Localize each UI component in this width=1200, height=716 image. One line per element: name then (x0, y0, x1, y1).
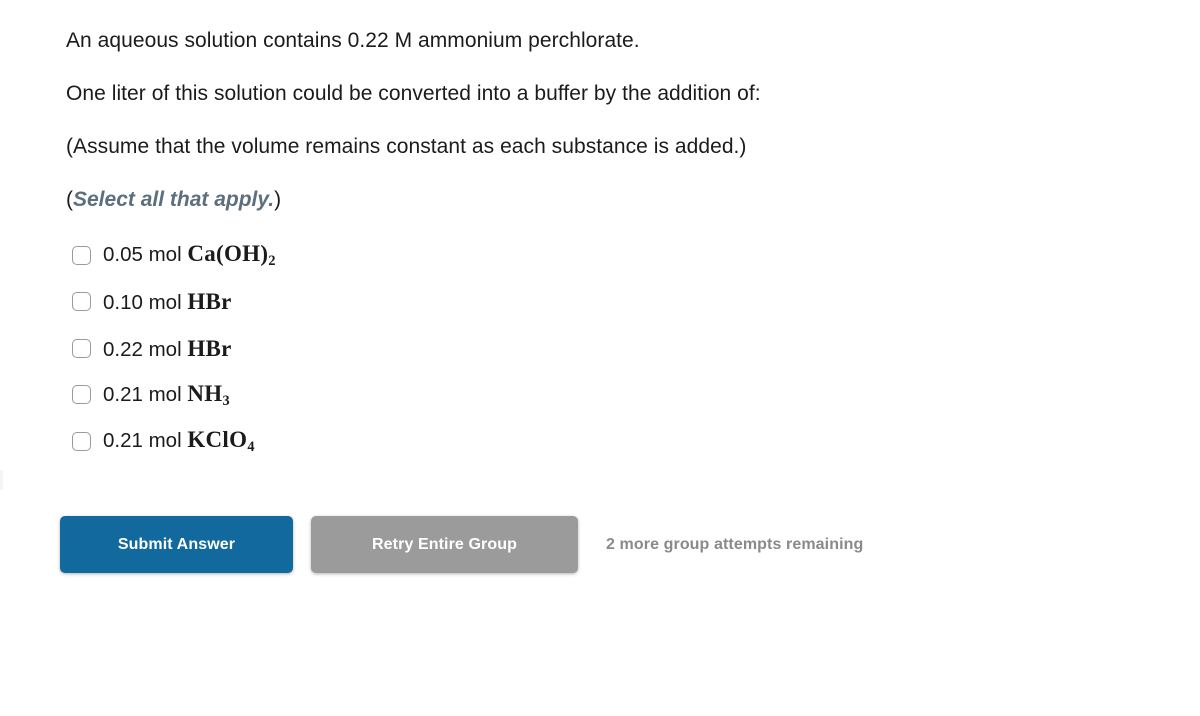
option-label: 0.05 mol Ca(OH)2 (103, 242, 276, 268)
action-bar: Submit Answer Retry Entire Group 2 more … (60, 516, 863, 573)
prompt-line-2: One liter of this solution could be conv… (66, 82, 761, 105)
option-label: 0.21 mol NH3 (103, 382, 230, 408)
chemical-formula: HBr (187, 336, 231, 361)
option-amount: 0.21 mol (103, 382, 188, 406)
formula-text: Ca(OH) (187, 241, 269, 267)
select-all-emphasis: Select all that apply. (73, 188, 275, 211)
prompt-line-1: An aqueous solution contains 0.22 M ammo… (66, 29, 640, 52)
option-row[interactable]: 0.22 mol HBr (72, 325, 672, 372)
formula-subscript: 3 (222, 392, 230, 409)
select-all-instruction: (Select all that apply.) (66, 173, 1126, 226)
formula-text: KClO (187, 427, 248, 453)
formula-subscript: 2 (268, 253, 276, 270)
option-label: 0.21 mol KClO4 (103, 428, 255, 454)
formula-text: NH (187, 380, 223, 406)
select-all-close-paren: ) (274, 188, 282, 211)
formula-subscript: 4 (247, 439, 255, 456)
checkbox-icon[interactable] (72, 385, 91, 405)
submit-answer-button[interactable]: Submit Answer (60, 516, 293, 573)
retry-entire-group-button[interactable]: Retry Entire Group (311, 516, 578, 573)
option-row[interactable]: 0.21 mol KClO4 (72, 418, 672, 465)
question-page: An aqueous solution contains 0.22 M ammo… (0, 0, 1200, 716)
option-amount: 0.05 mol (103, 243, 188, 267)
chemical-formula: NH3 (187, 380, 230, 409)
chemical-formula: KClO4 (187, 427, 255, 456)
question-prompt: An aqueous solution contains 0.22 M ammo… (66, 14, 1126, 226)
formula-text: HBr (187, 335, 232, 361)
option-amount: 0.22 mol (103, 337, 188, 361)
checkbox-icon[interactable] (72, 431, 91, 451)
option-amount: 0.10 mol (103, 291, 188, 314)
formula-text: HBr (187, 289, 232, 314)
select-all-open-paren: ( (66, 188, 73, 211)
option-row[interactable]: 0.21 mol NH3 (72, 372, 672, 419)
chemical-formula: HBr (187, 289, 231, 314)
option-row[interactable]: 0.10 mol HBr (72, 279, 672, 326)
left-edge-artifact (0, 470, 3, 490)
checkbox-icon[interactable] (72, 338, 91, 358)
option-amount: 0.21 mol (103, 429, 188, 453)
option-label: 0.10 mol HBr (103, 290, 232, 314)
checkbox-icon[interactable] (72, 292, 91, 312)
prompt-line-3: (Assume that the volume remains constant… (66, 135, 747, 158)
attempts-remaining-label: 2 more group attempts remaining (606, 535, 864, 553)
answer-options-list: 0.05 mol Ca(OH)2 0.10 mol HBr 0.22 mol HBr… (72, 232, 672, 465)
checkbox-icon[interactable] (72, 245, 91, 265)
option-label: 0.22 mol HBr (103, 337, 232, 361)
option-row[interactable]: 0.05 mol Ca(OH)2 (72, 232, 672, 279)
chemical-formula: Ca(OH)2 (187, 241, 276, 270)
